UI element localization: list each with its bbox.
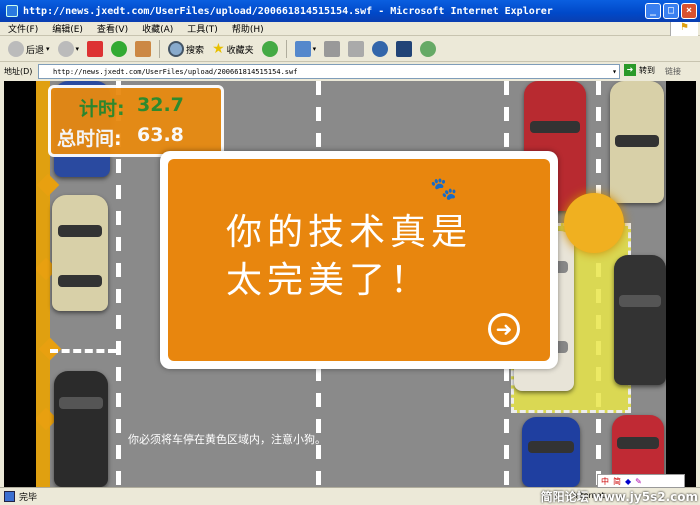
mail-button[interactable]: ▾ [293, 39, 319, 59]
ime-chinese[interactable]: 中 [601, 476, 609, 487]
menu-view[interactable]: 查看(V) [97, 22, 128, 35]
home-button[interactable] [133, 39, 153, 59]
home-icon [135, 41, 152, 57]
url-text: http://news.jxedt.com/UserFiles/upload/2… [53, 67, 298, 76]
mail-icon [294, 41, 311, 57]
ime-punct-icon[interactable]: ◆ [625, 477, 631, 486]
research-button[interactable] [394, 39, 414, 59]
page-done-icon [4, 491, 15, 502]
back-button[interactable]: 后退 ▾ [6, 39, 52, 59]
message-line-2: 太完美了！ [226, 260, 432, 301]
bush-decoration [564, 193, 624, 253]
title-bar: http://news.jxedt.com/UserFiles/upload/2… [0, 0, 700, 22]
menu-help[interactable]: 帮助(H) [232, 22, 264, 35]
toolbar-divider [285, 40, 287, 58]
menu-file[interactable]: 文件(F) [8, 22, 38, 35]
timer-label: 计时: [79, 98, 125, 120]
go-label: 转到 [639, 65, 655, 75]
menu-edit[interactable]: 编辑(E) [52, 22, 83, 35]
toolbar-divider [159, 40, 161, 58]
star-icon: ★ [212, 41, 225, 57]
stop-icon [87, 41, 104, 57]
dog-icon: 🐾 [430, 177, 458, 202]
ime-softkey-icon[interactable]: ✎ [635, 477, 642, 486]
print-button[interactable] [322, 39, 342, 59]
address-input[interactable]: http://news.jxedt.com/UserFiles/upload/2… [38, 64, 620, 79]
back-label: 后退 [26, 45, 45, 56]
search-label: 搜索 [186, 45, 205, 56]
parked-car-black [54, 371, 108, 487]
ie-icon [6, 5, 18, 17]
forum-watermark: 简阳论坛 www.jy5s2.com [540, 490, 698, 504]
research-icon [396, 41, 413, 57]
stop-button[interactable] [85, 39, 105, 59]
edit-button[interactable] [346, 39, 366, 59]
message-line-1: 你的技术真是 [226, 212, 473, 253]
flash-content[interactable]: 计时: 32.7 总时间: 63.8 🐾 你的技术真是 太完美了！ ➜ 你必须将… [4, 81, 696, 487]
dialog-panel: 🐾 你的技术真是 太完美了！ ➜ [168, 159, 550, 361]
messenger-button[interactable] [418, 39, 438, 59]
status-text: 完毕 [19, 493, 38, 503]
address-dropdown-icon[interactable]: ▾ [612, 67, 617, 76]
ime-simplified[interactable]: 简 [613, 476, 621, 487]
favorites-button[interactable]: ★ 收藏夹 [210, 39, 256, 59]
back-arrow-icon [8, 41, 24, 57]
links-button[interactable]: 链接 [665, 66, 681, 77]
next-arrow-button[interactable]: ➜ [488, 313, 520, 345]
ime-toolbar[interactable]: 中 简 ◆ ✎ [597, 474, 685, 488]
forward-arrow-icon [57, 41, 74, 57]
discuss-icon [372, 41, 389, 57]
close-button[interactable]: × [681, 3, 697, 19]
refresh-button[interactable] [109, 39, 129, 59]
forward-button[interactable]: ▾ [56, 39, 82, 59]
menu-bar: 文件(F) 编辑(E) 查看(V) 收藏(A) 工具(T) 帮助(H) [0, 22, 700, 36]
discuss-button[interactable] [370, 39, 390, 59]
parked-car-dark [614, 255, 666, 385]
window-title: http://news.jxedt.com/UserFiles/upload/2… [23, 5, 553, 17]
history-icon [261, 41, 278, 57]
instruction-hint: 你必须将车停在黄色区域内，注意小狗。 [128, 433, 326, 446]
timer-panel: 计时: 32.7 总时间: 63.8 [48, 85, 224, 157]
go-button[interactable]: ➜ 转到 [624, 64, 655, 76]
address-bar: 地址(D) http://news.jxedt.com/UserFiles/up… [0, 63, 700, 80]
refresh-icon [111, 41, 128, 57]
history-button[interactable] [260, 39, 280, 59]
address-label: 地址(D) [4, 67, 33, 76]
total-time-value: 63.8 [137, 124, 184, 146]
parking-line [50, 349, 116, 353]
favorites-label: 收藏夹 [226, 45, 254, 56]
success-dialog: 🐾 你的技术真是 太完美了！ ➜ [160, 151, 558, 369]
timer-value: 32.7 [137, 94, 184, 116]
minimize-button[interactable]: _ [645, 3, 661, 19]
parked-car-beige [52, 195, 108, 311]
windows-logo-icon: ⚑ [670, 22, 698, 36]
parking-game[interactable]: 计时: 32.7 总时间: 63.8 🐾 你的技术真是 太完美了！ ➜ 你必须将… [36, 81, 666, 487]
messenger-icon [420, 41, 437, 57]
search-button[interactable]: 搜索 [166, 39, 206, 59]
success-message: 你的技术真是 太完美了！ [226, 209, 472, 305]
search-icon [168, 41, 185, 57]
parked-car-blue-bottom [522, 417, 580, 487]
print-icon [324, 41, 341, 57]
parked-car-beige-right [610, 81, 664, 203]
toolbar: 后退 ▾ ▾ 搜索 ★ 收藏夹 ▾ [0, 37, 700, 62]
go-arrow-icon: ➜ [624, 64, 636, 76]
menu-favorites[interactable]: 收藏(A) [142, 22, 173, 35]
maximize-button[interactable]: □ [663, 3, 679, 19]
edit-icon [348, 41, 365, 57]
menu-tools[interactable]: 工具(T) [187, 22, 218, 35]
total-time-label: 总时间: [57, 128, 122, 150]
